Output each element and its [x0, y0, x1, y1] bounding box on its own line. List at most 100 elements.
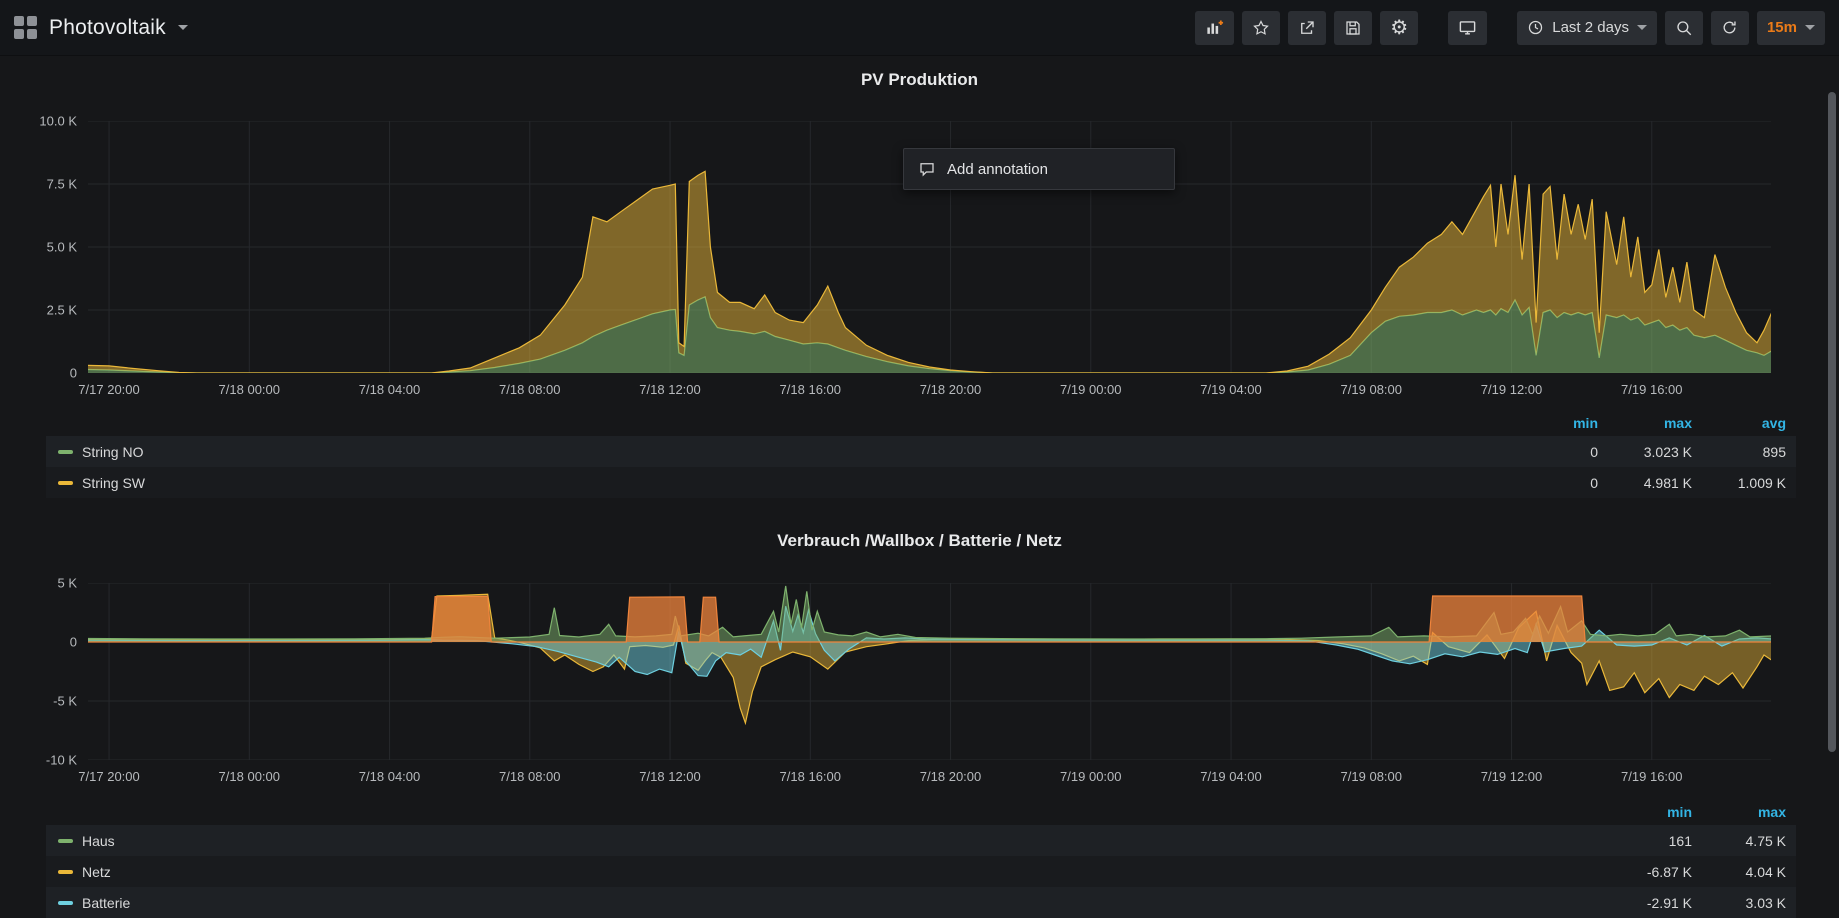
y-axis-label: -10 K — [46, 753, 77, 768]
series-color-line-icon — [58, 901, 73, 905]
x-axis-label: 7/19 00:00 — [1060, 382, 1121, 397]
x-axis-label: 7/18 16:00 — [780, 769, 841, 784]
zoom-out-button[interactable] — [1665, 11, 1703, 45]
legend-value-max: 3.03 K — [1692, 895, 1786, 911]
legend-value-min: -2.91 K — [1598, 895, 1692, 911]
magnifier-icon — [1675, 19, 1693, 37]
x-axis-label: 7/19 00:00 — [1060, 769, 1121, 784]
navbar-right: ⚙︎ Last 2 days 15m — [1195, 11, 1825, 45]
series-label: Netz — [82, 864, 111, 880]
legend-series-toggle[interactable]: String NO — [58, 444, 1504, 460]
pv-produktion-legend: minmaxavgString NO03.023 K895String SW04… — [46, 410, 1796, 498]
share-button[interactable] — [1288, 11, 1326, 45]
x-axis-label: 7/17 20:00 — [78, 769, 139, 784]
clock-icon — [1527, 19, 1544, 36]
series-label: String NO — [82, 444, 143, 460]
y-axis-label: 0 — [70, 366, 77, 381]
refresh-button[interactable] — [1711, 11, 1749, 45]
add-panel-button[interactable] — [1195, 11, 1234, 45]
legend-value-max: 4.75 K — [1692, 833, 1786, 849]
legend-value-avg: 1.009 K — [1692, 475, 1786, 491]
x-axis-label: 7/18 20:00 — [920, 769, 981, 784]
series-color-line-icon — [58, 450, 73, 454]
x-axis-label: 7/19 16:00 — [1621, 769, 1682, 784]
y-axis-label: -5 K — [53, 694, 77, 709]
dashboards-grid-icon[interactable] — [14, 16, 37, 39]
legend-sort-max[interactable]: max — [1598, 415, 1692, 431]
series-label: String SW — [82, 475, 145, 491]
legend-series-toggle[interactable]: Haus — [58, 833, 1598, 849]
verbrauch-legend: minmax Haus 1614.75 K Netz -6.87 K4.04 K Batt… — [46, 799, 1796, 918]
settings-button[interactable]: ⚙︎ — [1380, 11, 1418, 45]
legend-header: minmax — [46, 799, 1796, 825]
save-button[interactable] — [1334, 11, 1372, 45]
legend-sort-max[interactable]: max — [1692, 804, 1786, 820]
y-axis-label: 5 K — [57, 576, 77, 591]
x-axis-label: 7/18 04:00 — [359, 382, 420, 397]
legend-series-toggle[interactable]: Netz — [58, 864, 1598, 880]
x-axis-label: 7/19 12:00 — [1481, 769, 1542, 784]
dashboard-title[interactable]: Photovoltaik — [49, 16, 166, 40]
series-label: Haus — [82, 833, 115, 849]
legend-sort-avg[interactable]: avg — [1692, 415, 1786, 431]
cycle-view-button[interactable] — [1448, 11, 1487, 45]
monitor-icon — [1458, 18, 1477, 37]
series-area-wallbox — [88, 596, 1771, 642]
legend-row: Netz -6.87 K4.04 K — [46, 856, 1796, 887]
legend-series-toggle[interactable]: Batterie — [58, 895, 1598, 911]
legend-sort-min[interactable]: min — [1598, 804, 1692, 820]
x-axis-label: 7/18 08:00 — [499, 382, 560, 397]
x-axis-label: 7/18 00:00 — [219, 769, 280, 784]
series-color-line-icon — [58, 870, 73, 874]
series-color-line-icon — [58, 481, 73, 485]
share-icon — [1298, 19, 1316, 37]
x-axis-label: 7/18 08:00 — [499, 769, 560, 784]
series-color-line-icon — [58, 839, 73, 843]
x-axis-label: 7/19 08:00 — [1341, 769, 1402, 784]
panel-title-verbrauch[interactable]: Verbrauch /Wallbox / Batterie / Netz — [0, 531, 1839, 551]
legend-row: String SW04.981 K1.009 K — [46, 467, 1796, 498]
navbar: Photovoltaik ⚙︎ Last 2 days — [0, 0, 1839, 56]
add-annotation-menu-item[interactable]: Add annotation — [903, 148, 1175, 190]
x-axis-label: 7/19 12:00 — [1481, 382, 1542, 397]
y-axis-label: 10.0 K — [39, 114, 77, 129]
star-button[interactable] — [1242, 11, 1280, 45]
legend-value-max: 4.981 K — [1598, 475, 1692, 491]
legend-header: minmaxavg — [46, 410, 1796, 436]
time-range-label: Last 2 days — [1552, 19, 1629, 36]
scrollbar-thumb[interactable] — [1828, 92, 1836, 752]
x-axis-label: 7/18 00:00 — [219, 382, 280, 397]
legend-row: Haus 1614.75 K — [46, 825, 1796, 856]
x-axis-label: 7/17 20:00 — [78, 382, 139, 397]
legend-value-max: 4.04 K — [1692, 864, 1786, 880]
y-axis-label: 2.5 K — [47, 303, 77, 318]
y-axis-label: 5.0 K — [47, 240, 77, 255]
x-axis-label: 7/19 04:00 — [1200, 769, 1261, 784]
bar-chart-add-icon — [1205, 18, 1224, 37]
panel-title-pv-produktion[interactable]: PV Produktion — [0, 70, 1839, 90]
legend-value-min: -6.87 K — [1598, 864, 1692, 880]
gear-icon: ⚙︎ — [1390, 18, 1408, 38]
x-axis-label: 7/19 16:00 — [1621, 382, 1682, 397]
legend-row: String NO03.023 K895 — [46, 436, 1796, 467]
series-label: Batterie — [82, 895, 130, 911]
star-icon — [1252, 19, 1270, 37]
legend-series-toggle[interactable]: String SW — [58, 475, 1504, 491]
legend-value-min: 161 — [1598, 833, 1692, 849]
comment-bubble-icon — [918, 160, 936, 178]
x-axis-label: 7/18 16:00 — [780, 382, 841, 397]
legend-value-avg: 895 — [1692, 444, 1786, 460]
refresh-interval-button[interactable]: 15m — [1757, 11, 1825, 45]
y-axis-label: 0 — [70, 635, 77, 650]
x-axis-label: 7/18 04:00 — [359, 769, 420, 784]
add-annotation-label: Add annotation — [947, 161, 1048, 178]
time-picker-button[interactable]: Last 2 days — [1517, 11, 1657, 45]
legend-sort-min[interactable]: min — [1504, 415, 1598, 431]
time-picker-caret — [1637, 25, 1647, 30]
x-axis-label: 7/18 20:00 — [920, 382, 981, 397]
chart-canvas[interactable] — [88, 583, 1771, 760]
dashboard-dropdown-caret[interactable] — [178, 25, 188, 30]
refresh-icon — [1721, 19, 1738, 36]
navbar-left: Photovoltaik — [14, 16, 188, 40]
verbrauch-chart[interactable]: 5 K0-5 K-10 K7/17 20:007/18 00:007/18 04… — [88, 583, 1771, 760]
